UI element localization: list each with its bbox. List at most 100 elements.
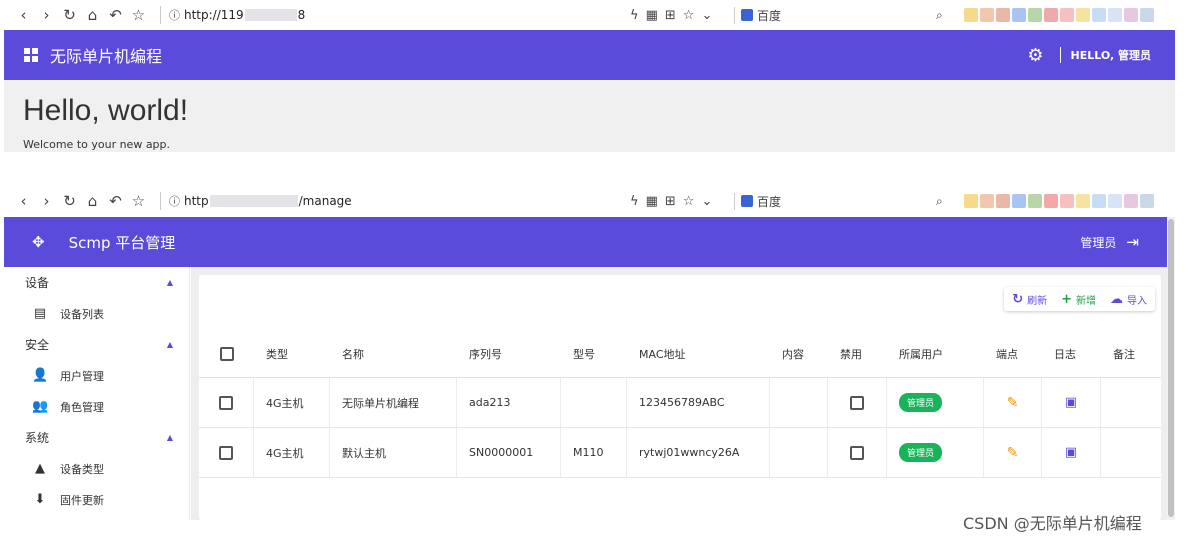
caret-up-icon[interactable]: ▲ — [167, 433, 173, 442]
user-greeting[interactable]: HELLO, 管理员 — [1071, 47, 1151, 63]
bookmark-icon[interactable] — [996, 8, 1010, 22]
sidebar-item-device-list[interactable]: ▤ 设备列表 — [4, 298, 189, 329]
sidebar-group-system[interactable]: 系统 ▲ — [4, 422, 189, 453]
sidebar-group-security[interactable]: 安全 ▲ — [4, 329, 189, 360]
reload-icon[interactable]: ↻ — [58, 6, 81, 24]
column-header[interactable]: 类型 — [254, 330, 330, 377]
bookmark-icon[interactable] — [1076, 194, 1090, 208]
bookmark-icon[interactable] — [980, 194, 994, 208]
caret-up-icon[interactable]: ▲ — [167, 278, 173, 287]
bookmark-icon[interactable] — [1124, 194, 1138, 208]
column-header[interactable]: 日志 — [1042, 330, 1101, 377]
star-icon[interactable]: ☆ — [127, 192, 150, 210]
import-button[interactable]: ☁ 导入 — [1110, 292, 1147, 307]
qr-icon[interactable]: ▦ — [646, 194, 658, 209]
refresh-button[interactable]: ↻ 刷新 — [1012, 292, 1047, 307]
select-all-cell — [199, 330, 254, 377]
table-row[interactable]: 4G主机 默认主机 SN0000001 M110 rytwj01wwncy26A… — [199, 428, 1161, 478]
bookmark-icon[interactable] — [1060, 8, 1074, 22]
bookmark-icon[interactable] — [1060, 194, 1074, 208]
caret-up-icon[interactable]: ▲ — [167, 340, 173, 349]
edit-pencil-icon[interactable]: ✎ — [1007, 395, 1019, 411]
gear-icon[interactable]: ⚙ — [1027, 45, 1043, 66]
undo-icon[interactable]: ↶ — [104, 6, 127, 24]
chevron-down-icon[interactable]: ⌄ — [701, 8, 712, 23]
bookmark-icon[interactable] — [1140, 194, 1154, 208]
bookmark-icon[interactable] — [980, 8, 994, 22]
bookmark-icon[interactable] — [1140, 8, 1154, 22]
disabled-checkbox[interactable] — [850, 445, 864, 460]
main-content: ↻ 刷新 + 新增 ☁ 导入 类型 名称 序列号 型号 MAC地址 内容 禁用 — [191, 267, 1167, 520]
column-header[interactable]: 名称 — [330, 330, 457, 377]
back-icon[interactable]: ‹ — [12, 6, 35, 24]
add-button[interactable]: + 新增 — [1061, 292, 1096, 307]
bookmark-icon[interactable] — [1028, 8, 1042, 22]
calendar-icon[interactable]: ▣ — [1065, 445, 1077, 460]
bookmark-icon[interactable] — [996, 194, 1010, 208]
row-checkbox[interactable] — [219, 395, 233, 410]
home-icon[interactable]: ⌂ — [81, 192, 104, 210]
back-icon[interactable]: ‹ — [12, 192, 35, 210]
edit-pencil-icon[interactable]: ✎ — [1007, 445, 1019, 461]
logout-icon[interactable]: ⇥ — [1126, 233, 1139, 251]
user-name[interactable]: 管理员 — [1080, 234, 1116, 251]
lightning-icon[interactable]: ϟ — [630, 8, 639, 23]
favorite-icon[interactable]: ☆ — [683, 194, 695, 209]
page-scrollbar[interactable] — [1167, 217, 1175, 520]
bookmark-icon[interactable] — [1012, 194, 1026, 208]
sidebar-group-label: 系统 — [25, 431, 50, 445]
reload-icon[interactable]: ↻ — [58, 192, 81, 210]
column-header[interactable]: 序列号 — [457, 330, 561, 377]
bookmark-icon[interactable] — [1092, 8, 1106, 22]
column-header[interactable]: MAC地址 — [627, 330, 770, 377]
select-all-checkbox[interactable] — [219, 346, 234, 361]
bookmark-icon[interactable] — [1044, 194, 1058, 208]
column-header[interactable]: 备注 — [1101, 330, 1161, 377]
column-header[interactable]: 所属用户 — [887, 330, 984, 377]
calendar-icon[interactable]: ▣ — [1065, 395, 1077, 410]
table-row[interactable]: 4G主机 无际单片机编程 ada213 123456789ABC 管理员 ✎ ▣ — [199, 378, 1161, 428]
search-engine[interactable]: 百度 — [734, 6, 781, 24]
translate-icon[interactable]: ⊞ — [665, 8, 676, 23]
forward-icon[interactable]: › — [35, 192, 58, 210]
sidebar-item-firmware-update[interactable]: ⬇ 固件更新 — [4, 484, 189, 515]
dashboard-icon[interactable] — [24, 48, 38, 62]
bookmark-icon[interactable] — [1108, 8, 1122, 22]
move-icon[interactable]: ✥ — [32, 233, 45, 251]
home-icon[interactable]: ⌂ — [81, 6, 104, 24]
scrollbar-thumb[interactable] — [1168, 219, 1174, 517]
column-header[interactable]: 端点 — [984, 330, 1042, 377]
bookmark-icon[interactable] — [964, 194, 978, 208]
address-bar[interactable]: ⓘ http /manage — [160, 192, 352, 210]
sidebar-group-devices[interactable]: 设备 ▲ — [4, 267, 189, 298]
bookmark-icon[interactable] — [1012, 8, 1026, 22]
lightning-icon[interactable]: ϟ — [630, 194, 639, 209]
star-icon[interactable]: ☆ — [127, 6, 150, 24]
bookmark-icon[interactable] — [1124, 8, 1138, 22]
disabled-checkbox[interactable] — [850, 395, 864, 410]
column-header[interactable]: 禁用 — [828, 330, 887, 377]
translate-icon[interactable]: ⊞ — [665, 194, 676, 209]
qr-icon[interactable]: ▦ — [646, 8, 658, 23]
address-bar[interactable]: ⓘ http://119 8 — [160, 6, 305, 24]
search-icon[interactable]: ⌕ — [936, 194, 943, 209]
bookmark-icon[interactable] — [964, 8, 978, 22]
sidebar-item-device-type[interactable]: ▲ 设备类型 — [4, 453, 189, 484]
column-header[interactable]: 型号 — [561, 330, 627, 377]
row-checkbox[interactable] — [219, 445, 233, 460]
undo-icon[interactable]: ↶ — [104, 192, 127, 210]
search-engine[interactable]: 百度 — [734, 192, 781, 210]
chevron-down-icon[interactable]: ⌄ — [701, 194, 712, 209]
bookmark-icon[interactable] — [1028, 194, 1042, 208]
favorite-icon[interactable]: ☆ — [683, 8, 695, 23]
column-header[interactable]: 内容 — [770, 330, 828, 377]
url-prefix: http://119 — [184, 8, 244, 22]
search-icon[interactable]: ⌕ — [936, 8, 943, 23]
forward-icon[interactable]: › — [35, 6, 58, 24]
bookmark-icon[interactable] — [1092, 194, 1106, 208]
bookmark-icon[interactable] — [1108, 194, 1122, 208]
sidebar-item-user-management[interactable]: 👤 用户管理 — [4, 360, 189, 391]
sidebar-item-role-management[interactable]: 👥 角色管理 — [4, 391, 189, 422]
bookmark-icon[interactable] — [1044, 8, 1058, 22]
bookmark-icon[interactable] — [1076, 8, 1090, 22]
